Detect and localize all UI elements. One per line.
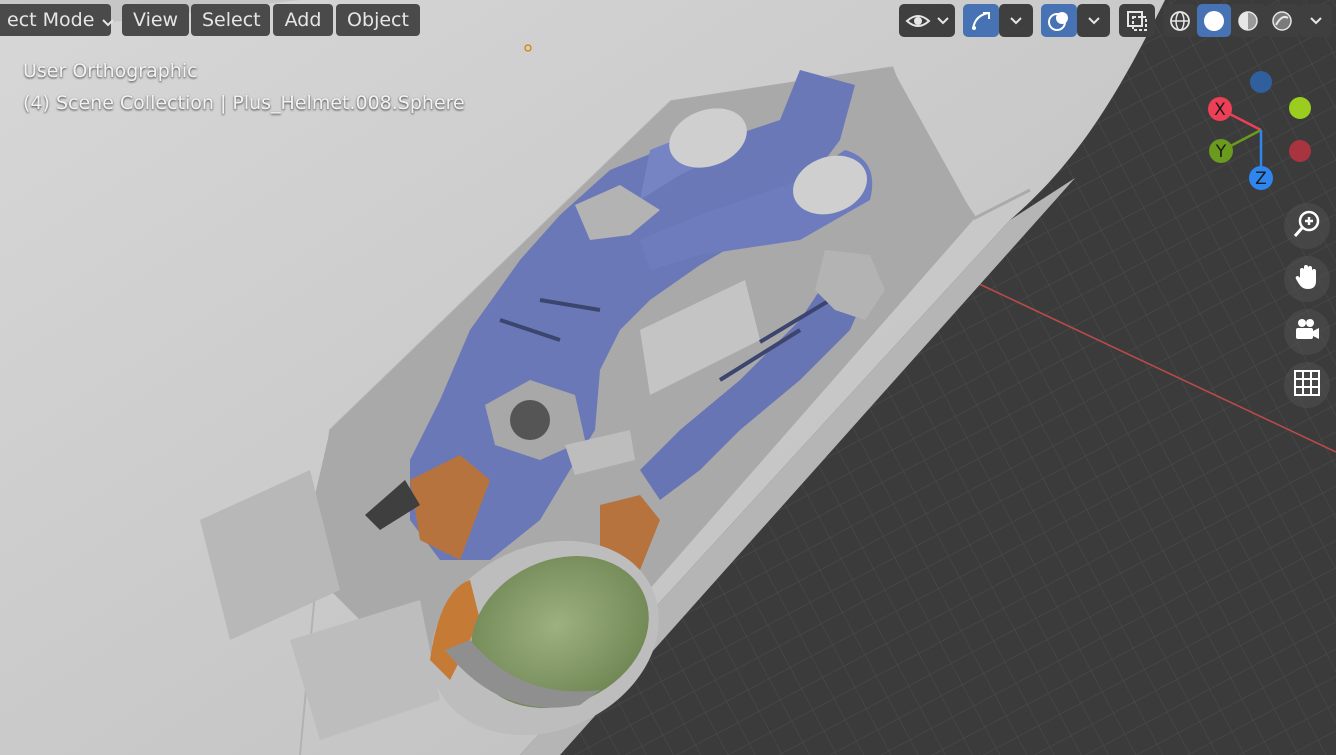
shading-solid[interactable] [1197,4,1231,37]
xray-icon [1126,10,1148,32]
mode-label: ect Mode [7,9,95,31]
rendered-shading-icon [1271,10,1293,32]
mode-dropdown[interactable]: ect Mode [0,4,115,37]
chevron-down-icon [102,5,115,37]
gizmo-dropdown[interactable] [999,4,1033,37]
overlay-toggle[interactable] [1041,4,1077,37]
menu-view[interactable]: View [122,4,189,36]
camera-view-button[interactable] [1284,309,1330,355]
collection-info: (4) Scene Collection | Plus_Helmet.008.S… [23,92,465,114]
view-name: User Orthographic [23,60,198,82]
gizmo-neg-z[interactable] [1250,71,1272,93]
shading-rendered[interactable] [1265,4,1299,37]
gizmo-y-label: Y [1215,142,1227,162]
material-preview-icon [1237,10,1259,32]
zoom-button[interactable] [1284,203,1330,249]
grid-icon [1293,369,1321,401]
chevron-down-icon [1309,16,1322,25]
gizmo-x-label: X [1214,100,1226,120]
menu-object[interactable]: Object [336,4,420,36]
pan-button[interactable] [1284,256,1330,302]
visibility-dropdown[interactable] [899,4,955,37]
gizmo-icon [969,9,993,33]
chevron-down-icon [1010,16,1022,25]
gizmo-neg-y[interactable] [1289,97,1311,119]
hand-icon [1292,262,1322,296]
overlay-dropdown[interactable] [1077,4,1110,37]
shading-wireframe[interactable] [1163,4,1197,37]
perspective-toggle-button[interactable] [1284,362,1330,408]
eye-icon [905,11,931,31]
gizmo-toggle[interactable] [963,4,999,37]
solid-shading-icon [1203,10,1225,32]
menu-select[interactable]: Select [191,4,270,36]
chest-dial [510,400,550,440]
xray-toggle[interactable] [1119,4,1155,37]
shading-material[interactable] [1231,4,1265,37]
zoom-icon [1292,209,1322,243]
shading-dropdown[interactable] [1299,4,1332,37]
gizmo-neg-x[interactable] [1289,140,1311,162]
camera-icon [1292,315,1322,349]
chevron-down-icon [1087,16,1100,25]
wireframe-shading-icon [1169,10,1191,32]
overlay-icon [1047,9,1071,33]
chevron-down-icon [937,16,949,25]
gizmo-z-label: Z [1255,169,1267,189]
menu-add[interactable]: Add [273,4,333,36]
